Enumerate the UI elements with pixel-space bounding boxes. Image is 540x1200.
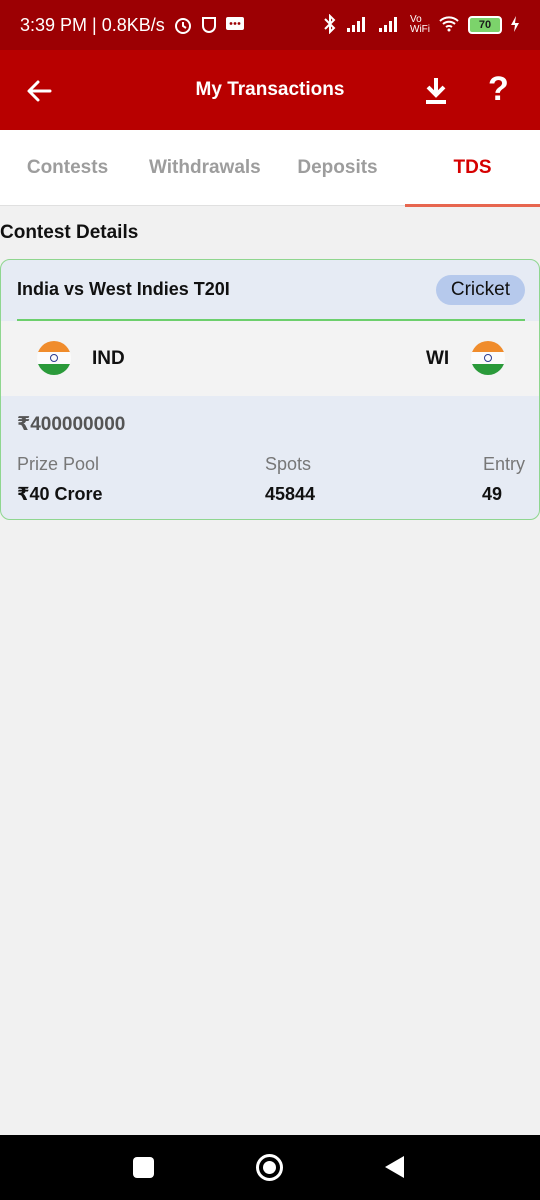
- vowifi-icon: Vo WiFi: [410, 14, 430, 35]
- help-icon[interactable]: ?: [488, 70, 509, 109]
- section-title: Contest Details: [0, 222, 139, 243]
- signal-icon: [378, 15, 402, 36]
- card-header: India vs West Indies T20I Cricket: [1, 260, 539, 320]
- team-right-name: WI: [426, 348, 450, 369]
- transaction-tabs: Contests Withdrawals Deposits TDS: [0, 130, 540, 207]
- prize-pool-value: ₹40 Crore: [17, 484, 103, 504]
- tab-withdrawals[interactable]: Withdrawals: [135, 130, 270, 206]
- contest-stats: ₹400000000 Prize Pool Spots Entry ₹40 Cr…: [1, 396, 539, 519]
- alarm-icon: [173, 15, 193, 35]
- status-time: 3:39 PM | 0.8KB/s: [20, 14, 165, 35]
- battery-icon: 70: [468, 16, 502, 34]
- spots-label: Spots: [265, 454, 312, 474]
- teams-row: IND WI: [1, 321, 539, 396]
- app-bar: My Transactions ?: [0, 50, 540, 130]
- charging-icon: [510, 15, 520, 36]
- sport-badge: Cricket: [435, 275, 525, 305]
- match-title: India vs West Indies T20I: [17, 279, 230, 299]
- recents-icon[interactable]: [133, 1157, 154, 1178]
- tab-contests[interactable]: Contests: [0, 130, 135, 206]
- signal-icon: [346, 15, 370, 36]
- bluetooth-icon: [322, 13, 338, 37]
- contest-card[interactable]: India vs West Indies T20I Cricket IND WI…: [0, 259, 540, 520]
- status-bar: 3:39 PM | 0.8KB/s Vo WiFi 70: [0, 0, 540, 50]
- system-nav-bar: [0, 1135, 540, 1200]
- entry-value: 49: [482, 484, 503, 504]
- page-title: My Transactions: [195, 79, 345, 100]
- message-icon: [225, 16, 245, 34]
- spots-value: 45844: [265, 484, 316, 504]
- tab-deposits[interactable]: Deposits: [270, 130, 405, 206]
- entry-label: Entry: [482, 454, 525, 474]
- wifi-icon: [438, 15, 460, 36]
- team-left-name: IND: [92, 348, 125, 369]
- download-icon[interactable]: [420, 74, 452, 108]
- back-icon[interactable]: [385, 1156, 404, 1178]
- home-icon[interactable]: [256, 1154, 283, 1181]
- tab-tds[interactable]: TDS: [405, 130, 540, 207]
- india-flag-icon: [471, 341, 505, 375]
- prize-pool-label: Prize Pool: [17, 454, 100, 474]
- shield-icon: [201, 16, 217, 34]
- contest-amount: ₹400000000: [17, 414, 126, 435]
- india-flag-icon: [37, 341, 71, 375]
